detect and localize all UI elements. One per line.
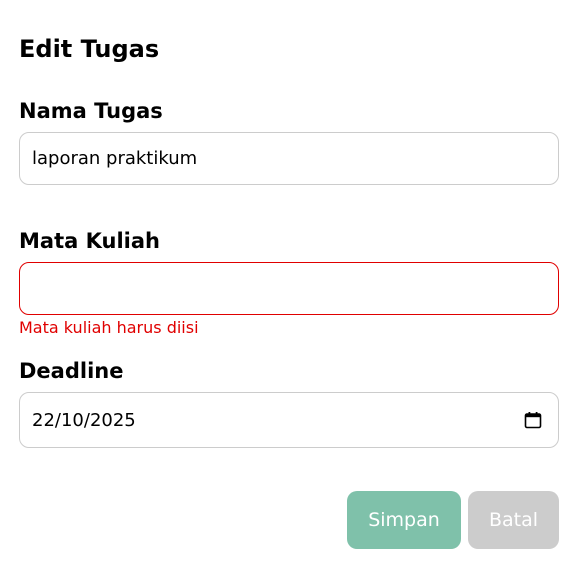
course-error-message: Mata kuliah harus diisi	[19, 318, 199, 337]
deadline-value: 22/10/2025	[32, 409, 136, 431]
deadline-input[interactable]: 22/10/2025	[19, 392, 559, 448]
task-name-input[interactable]: laporan praktikum	[19, 132, 559, 185]
course-label: Mata Kuliah	[19, 229, 160, 253]
page-title: Edit Tugas	[19, 35, 160, 63]
calendar-icon[interactable]	[524, 411, 542, 429]
cancel-button[interactable]: Batal	[468, 491, 559, 549]
course-input[interactable]	[19, 262, 559, 315]
deadline-label: Deadline	[19, 359, 124, 383]
edit-task-form: Edit Tugas Nama Tugas laporan praktikum …	[0, 0, 577, 563]
task-name-label: Nama Tugas	[19, 99, 163, 123]
save-button[interactable]: Simpan	[347, 491, 461, 549]
task-name-value: laporan praktikum	[32, 148, 198, 169]
